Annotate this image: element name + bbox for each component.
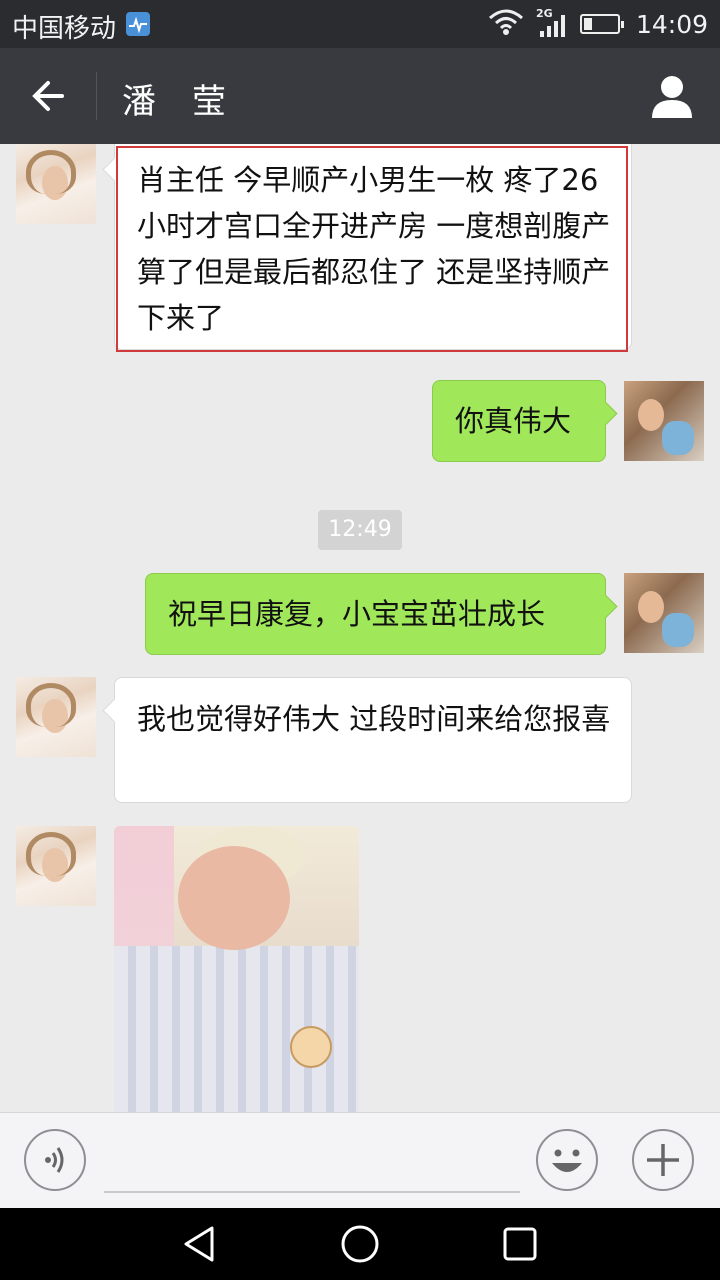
- contact-avatar[interactable]: [16, 826, 96, 906]
- message-bubble-sent[interactable]: 你真伟大: [432, 380, 618, 462]
- voice-icon[interactable]: [24, 1129, 86, 1191]
- message-bubble-sent[interactable]: 祝早日康复，小宝宝茁壮成长: [145, 573, 618, 655]
- message-bubble-received[interactable]: 我也觉得好伟大 过段时间来给您报喜: [102, 677, 632, 803]
- timestamp: 12:49: [318, 510, 402, 550]
- nav-back-icon[interactable]: [178, 1222, 222, 1266]
- contact-avatar[interactable]: [16, 677, 96, 757]
- back-arrow-icon[interactable]: [20, 68, 76, 124]
- nav-recents-icon[interactable]: [498, 1222, 542, 1266]
- message-text: 你真伟大: [455, 404, 572, 438]
- contact-name-first: 潘: [122, 82, 156, 122]
- contact-name[interactable]: 潘莹: [122, 74, 226, 123]
- my-avatar[interactable]: [624, 381, 704, 461]
- highlight-box: [116, 146, 628, 352]
- carrier-name: 中国移动: [12, 14, 117, 44]
- header-divider: [96, 72, 97, 120]
- baby-photo[interactable]: [114, 826, 359, 1112]
- emoji-icon[interactable]: [536, 1129, 598, 1191]
- chat-header: 潘莹: [0, 48, 720, 144]
- status-bar: 中国移动 2G 14:09: [0, 0, 720, 48]
- clock: 14:09: [635, 9, 708, 39]
- health-app-icon: [126, 12, 150, 36]
- system-nav-bar: [0, 1208, 720, 1280]
- message-list[interactable]: 肖主任 今早顺产小男生一枚 疼了26小时才宫口全开进产房 一度想剖腹产算了但是最…: [0, 144, 720, 1112]
- input-bar: [0, 1112, 720, 1208]
- bubble-tail: [102, 698, 127, 723]
- wifi-icon: [488, 8, 524, 40]
- message-text: 祝早日康复，小宝宝茁壮成长: [168, 597, 546, 631]
- cartoon-sticker: [290, 1026, 332, 1068]
- message-text: 我也觉得好伟大 过段时间来给您报喜: [137, 702, 611, 736]
- bubble-tail: [593, 594, 618, 619]
- person-icon[interactable]: [646, 70, 698, 122]
- battery-icon: [579, 14, 624, 34]
- plus-icon[interactable]: [632, 1129, 694, 1191]
- signal-icon: 2G: [534, 7, 570, 39]
- bubble-tail: [593, 401, 618, 426]
- contact-name-last: 莹: [192, 82, 226, 122]
- message-input[interactable]: [104, 1191, 520, 1193]
- my-avatar[interactable]: [624, 573, 704, 653]
- nav-home-icon[interactable]: [338, 1222, 382, 1266]
- contact-avatar[interactable]: [16, 144, 96, 224]
